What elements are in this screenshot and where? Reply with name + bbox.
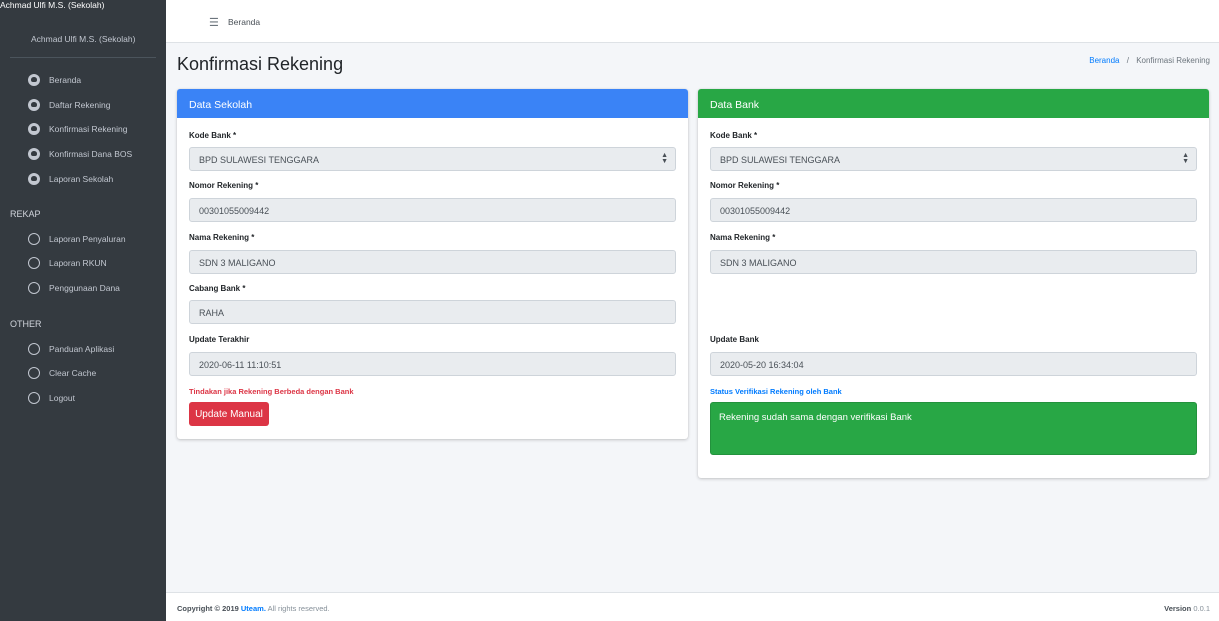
breadcrumb: Beranda / Konfirmasi Rekening: [1089, 56, 1210, 65]
cabang-bank-field[interactable]: RAHA: [189, 300, 676, 324]
top-home-link[interactable]: Beranda: [228, 17, 260, 27]
dashboard-icon: [28, 99, 40, 111]
sidebar-item-logout[interactable]: Logout: [28, 388, 75, 408]
nomor-rekening-field[interactable]: 00301055009442: [189, 198, 676, 222]
sidebar-item-label: Daftar Rekening: [49, 100, 111, 110]
sidebar-item-label: Beranda: [49, 75, 82, 85]
sidebar-divider: [10, 57, 156, 58]
sidebar-item-beranda[interactable]: Beranda: [28, 70, 81, 90]
sidebar-item-label: Laporan Sekolah: [49, 174, 114, 184]
sidebar-item-label: Laporan Penyaluran: [49, 234, 126, 244]
dashboard-icon: [28, 74, 40, 86]
update-manual-button[interactable]: Update Manual: [189, 402, 269, 426]
card-header-bank: Data Bank: [698, 89, 1209, 118]
sidebar-item-label: Logout: [49, 393, 75, 403]
bank-kode-bank-select[interactable]: BPD SULAWESI TENGGARA ▲ ▼: [710, 147, 1197, 171]
version-label: Version: [1164, 604, 1192, 613]
sidebar-item-laporan-penyaluran[interactable]: Laporan Penyaluran: [28, 229, 126, 249]
breadcrumb-separator: /: [1126, 56, 1129, 65]
card-data-bank: Data Bank Kode Bank * BPD SULAWESI TENGG…: [698, 89, 1209, 478]
sidebar-item-konfirmasi-dana-bos[interactable]: Konfirmasi Dana BOS: [28, 144, 132, 164]
nama-rekening-label: Nama Rekening *: [189, 233, 255, 242]
sidebar-item-label: Konfirmasi Rekening: [49, 124, 128, 134]
copyright-suffix: All rights reserved.: [267, 604, 330, 613]
card-data-sekolah: Data Sekolah Kode Bank * BPD SULAWESI TE…: [177, 89, 688, 439]
kode-bank-label: Kode Bank *: [710, 131, 758, 140]
warning-text: Tindakan jika Rekening Berbeda dengan Ba…: [189, 387, 354, 396]
circle-icon: [28, 343, 40, 355]
sidebar-item-label: Clear Cache: [49, 368, 97, 378]
breadcrumb-home-link[interactable]: Beranda: [1089, 56, 1119, 65]
sidebar-item-konfirmasi-rekening[interactable]: Konfirmasi Rekening: [28, 119, 127, 139]
breadcrumb-current: Konfirmasi Rekening: [1136, 56, 1210, 65]
dashboard-icon: [28, 123, 40, 135]
status-verifikasi-label: Status Verifikasi Rekening oleh Bank: [710, 387, 842, 396]
footer: Copyright © 2019 Uteam. All rights reser…: [166, 592, 1219, 621]
footer-version: Version 0.0.1: [1164, 604, 1210, 613]
update-bank-field[interactable]: 2020-05-20 16:34:04: [710, 352, 1197, 376]
cabang-bank-label: Cabang Bank *: [189, 284, 246, 293]
sidebar-item-label: Konfirmasi Dana BOS: [49, 149, 133, 159]
dashboard-icon: [28, 173, 40, 185]
kode-bank-select[interactable]: BPD SULAWESI TENGGARA ▲ ▼: [189, 147, 676, 171]
sidebar-item-clear-cache[interactable]: Clear Cache: [28, 363, 96, 383]
circle-icon: [28, 282, 40, 294]
bank-nomor-rekening-field[interactable]: 00301055009442: [710, 198, 1197, 222]
copyright-prefix: Copyright © 2019: [177, 604, 239, 613]
brand-text[interactable]: Achmad Ulfi M.S. (Sekolah): [0, 0, 104, 10]
sidebar-item-label: Laporan RKUN: [49, 258, 107, 268]
nama-rekening-field[interactable]: SDN 3 MALIGANO: [189, 250, 676, 274]
kode-bank-value: BPD SULAWESI TENGGARA: [199, 155, 320, 165]
circle-icon: [28, 233, 40, 245]
nomor-rekening-label: Nomor Rekening *: [189, 181, 259, 190]
sidebar-item-panduan-aplikasi[interactable]: Panduan Aplikasi: [28, 339, 114, 359]
nav-header-rekap: REKAP: [10, 209, 41, 219]
card-header-sekolah: Data Sekolah: [177, 89, 688, 118]
page-title: Konfirmasi Rekening: [177, 54, 344, 74]
bank-nama-rekening-field[interactable]: SDN 3 MALIGANO: [710, 250, 1197, 274]
update-terakhir-label: Update Terakhir: [189, 335, 250, 344]
footer-copyright: Copyright © 2019 Uteam. All rights reser…: [177, 604, 330, 613]
kode-bank-label: Kode Bank *: [189, 131, 237, 140]
sidebar-item-daftar-rekening[interactable]: Daftar Rekening: [28, 95, 110, 115]
user-name[interactable]: Achmad Ulfi M.S. (Sekolah): [31, 34, 135, 44]
nama-rekening-label: Nama Rekening *: [710, 233, 776, 242]
circle-icon: [28, 392, 40, 404]
select-arrows-icon: ▲ ▼: [1182, 152, 1189, 165]
circle-icon: [28, 257, 40, 269]
topbar: ☰ Beranda: [166, 0, 1219, 43]
hamburger-icon[interactable]: ☰: [209, 16, 219, 29]
sidebar-item-penggunaan-dana[interactable]: Penggunaan Dana: [28, 278, 120, 298]
version-value: 0.0.1: [1193, 604, 1210, 613]
dashboard-icon: [28, 148, 40, 160]
bank-kode-bank-value: BPD SULAWESI TENGGARA: [720, 155, 841, 165]
nav-header-other: OTHER: [10, 319, 42, 329]
sidebar: Achmad Ulfi M.S. (Sekolah) Achmad Ulfi M…: [0, 0, 166, 621]
sidebar-item-laporan-sekolah[interactable]: Laporan Sekolah: [28, 169, 113, 189]
sidebar-item-laporan-rkun[interactable]: Laporan RKUN: [28, 253, 107, 273]
update-bank-label: Update Bank: [710, 335, 759, 344]
circle-icon: [28, 367, 40, 379]
status-verifikasi-alert: Rekening sudah sama dengan verifikasi Ba…: [710, 402, 1197, 455]
nomor-rekening-label: Nomor Rekening *: [710, 181, 780, 190]
update-terakhir-field[interactable]: 2020-06-11 11:10:51: [189, 352, 676, 376]
sidebar-item-label: Panduan Aplikasi: [49, 344, 115, 354]
footer-brand-link[interactable]: Uteam.: [241, 604, 266, 613]
select-arrows-icon: ▲ ▼: [661, 152, 668, 165]
sidebar-item-label: Penggunaan Dana: [49, 283, 120, 293]
